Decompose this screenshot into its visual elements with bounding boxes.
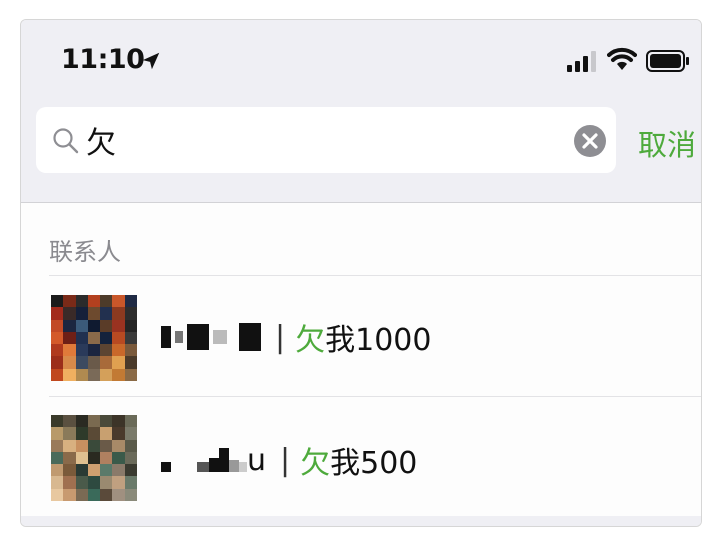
remark-text: 我500 — [330, 446, 418, 481]
contact-name-text: u — [247, 442, 267, 478]
search-input[interactable] — [86, 115, 556, 165]
redacted-name — [161, 323, 261, 351]
contact-name: | 欠 我1000 — [161, 315, 431, 359]
name-separator: | — [280, 442, 291, 478]
battery-icon — [646, 50, 689, 72]
list-item[interactable]: | 欠 我1000 — [21, 278, 701, 396]
search-header: 11:10 — [21, 20, 701, 203]
avatar — [51, 295, 137, 381]
avatar — [51, 415, 137, 501]
list-footer — [21, 516, 701, 526]
divider — [49, 396, 701, 397]
section-title-contacts: 联系人 — [49, 238, 121, 266]
status-time: 11:10 — [61, 44, 145, 75]
cancel-button[interactable]: 取消 — [638, 122, 696, 164]
match-highlight: 欠 — [300, 446, 331, 481]
search-screen: 11:10 欠 取消 联系人 | 欠 我1000 u | 欠 我500 — [20, 19, 702, 527]
signal-icon — [567, 51, 596, 72]
match-highlight: 欠 — [295, 323, 326, 358]
list-item[interactable]: u | 欠 我500 — [21, 398, 701, 516]
redacted-name — [161, 448, 247, 472]
location-arrow-icon — [142, 52, 160, 70]
clear-search-icon[interactable] — [573, 124, 607, 158]
divider — [49, 275, 701, 276]
remark-text: 我1000 — [325, 323, 432, 358]
name-separator: | — [275, 319, 286, 355]
search-icon — [53, 128, 79, 154]
search-bar[interactable] — [36, 107, 616, 173]
contact-name: u | 欠 我500 — [161, 438, 417, 482]
wifi-icon — [607, 47, 637, 70]
